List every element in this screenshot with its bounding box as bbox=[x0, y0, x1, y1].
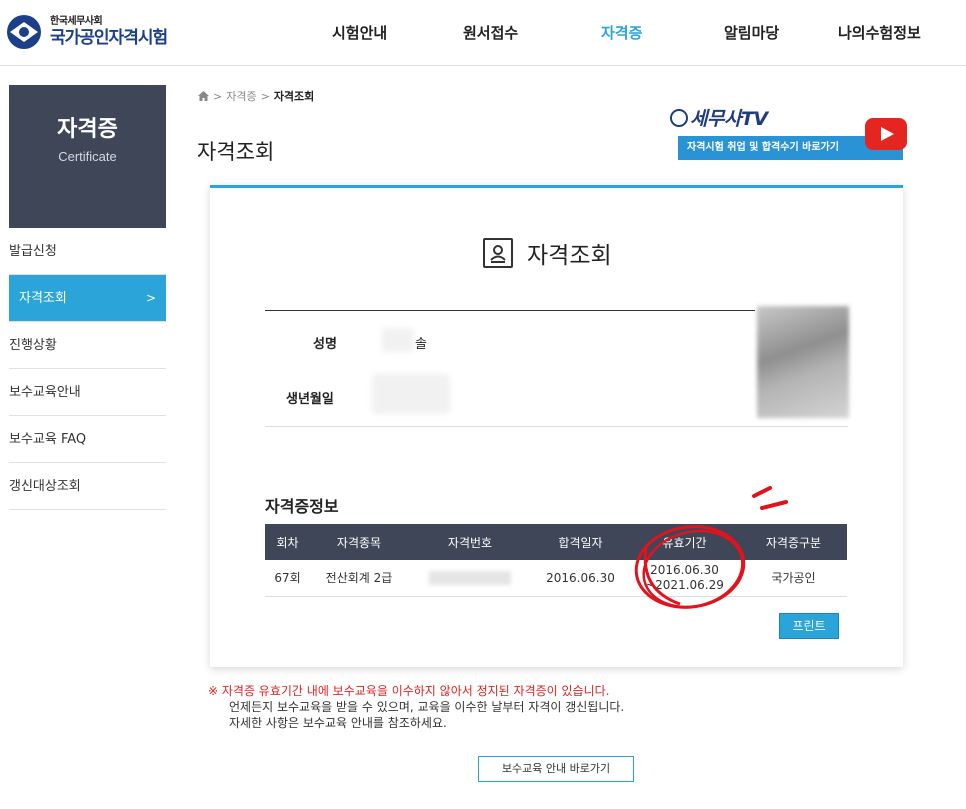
main-nav: 시험안내 원서접수 자격증 알림마당 나의수험정보 bbox=[0, 22, 966, 44]
name-value: 솔 bbox=[415, 337, 427, 352]
sidebar-item-label: 자격조회 bbox=[19, 291, 67, 306]
page-title: 자격조회 bbox=[197, 140, 275, 164]
tv-banner[interactable]: 세무사TV 자격시험 취업 및 합격수기 바로가기 bbox=[670, 104, 914, 160]
divider bbox=[265, 310, 755, 311]
tv-logo: 세무사TV bbox=[670, 104, 768, 131]
site-header: 한국세무사회 국가공인자격시험 시험안내 원서접수 자격증 알림마당 나의수험정… bbox=[0, 0, 966, 66]
breadcrumb-current: 자격조회 bbox=[273, 90, 315, 103]
valid-to: ~2021.06.29 bbox=[645, 577, 724, 592]
sidebar-item-training-guide[interactable]: 보수교육안내 bbox=[9, 369, 166, 416]
breadcrumb-parent[interactable]: 자격증 bbox=[226, 88, 256, 104]
nav-my-exam-info[interactable]: 나의수험정보 bbox=[838, 22, 921, 43]
cell-pass-date: 2016.06.30 bbox=[532, 560, 629, 597]
name-redacted bbox=[382, 328, 414, 352]
breadcrumb: > 자격증 > 자격조회 bbox=[198, 88, 314, 104]
table-row: 67회 전산회계 2급 2016.06.30 2016.06.30 ~2021.0… bbox=[265, 560, 847, 597]
print-button[interactable]: 프린트 bbox=[779, 613, 839, 639]
col-header-pass-date: 합격일자 bbox=[532, 524, 629, 560]
nav-exam-info[interactable]: 시험안내 bbox=[332, 22, 387, 43]
sidebar-hero: 자격증 Certificate bbox=[9, 85, 166, 228]
sidebar-item-label: 보수교육 FAQ bbox=[9, 432, 87, 447]
notice-line: 언제든지 보수교육을 받을 수 있으며, 교육을 이수한 날부터 자격이 갱신됩… bbox=[229, 700, 625, 714]
sidebar-item-label: 보수교육안내 bbox=[9, 385, 81, 400]
card-title: 자격조회 bbox=[527, 243, 612, 269]
col-header-cert-number: 자격번호 bbox=[408, 524, 532, 560]
valid-from: 2016.06.30 bbox=[650, 562, 719, 577]
sidebar-item-label: 갱신대상조회 bbox=[9, 479, 81, 494]
nav-application[interactable]: 원서접수 bbox=[463, 22, 518, 43]
cell-cert-type: 전산회계 2급 bbox=[310, 560, 408, 597]
home-icon[interactable] bbox=[198, 91, 209, 101]
name-label: 성명 bbox=[313, 337, 337, 352]
cert-number-redacted bbox=[429, 571, 511, 585]
tv-logo-text: 세무사TV bbox=[690, 108, 768, 130]
cell-valid-period: 2016.06.30 ~2021.06.29 bbox=[629, 560, 740, 597]
youtube-play-icon bbox=[865, 118, 907, 150]
breadcrumb-separator: > bbox=[260, 89, 270, 103]
renewal-notice: ※ 자격증 유효기간 내에 보수교육을 이수하지 않아서 정지된 자격증이 있습… bbox=[208, 683, 624, 731]
sidebar-item-issue-request[interactable]: 발급신청 bbox=[9, 228, 166, 275]
training-guide-button[interactable]: 보수교육 안내 바로가기 bbox=[478, 756, 634, 782]
sidebar-item-renewal-lookup[interactable]: 갱신대상조회 bbox=[9, 463, 166, 510]
sidebar-item-progress[interactable]: 진행상황 bbox=[9, 322, 166, 369]
nav-notice[interactable]: 알림마당 bbox=[724, 22, 779, 43]
birth-redacted bbox=[372, 374, 450, 414]
sidebar-item-label: 진행상황 bbox=[9, 338, 57, 353]
birth-label: 생년월일 bbox=[286, 392, 334, 407]
cert-lookup-card: 자격조회 성명 솔 생년월일 자격증정보 회차 자격종목 자격번호 합격일자 유… bbox=[210, 185, 903, 667]
col-header-cert-type: 자격종목 bbox=[310, 524, 408, 560]
nav-certificate[interactable]: 자격증 bbox=[601, 22, 642, 43]
chevron-right-icon: > bbox=[145, 291, 156, 305]
logo-emblem-icon bbox=[670, 109, 688, 127]
sidebar-hero-title: 자격증 bbox=[57, 117, 118, 142]
id-card-icon bbox=[483, 238, 513, 268]
col-header-round: 회차 bbox=[265, 524, 310, 560]
notice-warning: ※ 자격증 유효기간 내에 보수교육을 이수하지 않아서 정지된 자격증이 있습… bbox=[208, 684, 610, 698]
cell-cert-category: 국가공인 bbox=[740, 560, 847, 597]
cell-cert-number bbox=[408, 560, 532, 597]
sidebar-item-training-faq[interactable]: 보수교육 FAQ bbox=[9, 416, 166, 463]
notice-line: 자세한 사항은 보수교육 안내를 참조하세요. bbox=[229, 716, 447, 730]
card-header: 자격조회 bbox=[483, 236, 612, 270]
cert-table: 회차 자격종목 자격번호 합격일자 유효기간 자격증구분 67회 전산회계 2급… bbox=[265, 524, 847, 597]
cert-info-title: 자격증정보 bbox=[265, 497, 339, 516]
table-header-row: 회차 자격종목 자격번호 합격일자 유효기간 자격증구분 bbox=[265, 524, 847, 560]
col-header-valid-period: 유효기간 bbox=[629, 524, 740, 560]
cell-round: 67회 bbox=[265, 560, 310, 597]
col-header-cert-category: 자격증구분 bbox=[740, 524, 847, 560]
divider bbox=[265, 426, 848, 427]
sidebar-item-cert-lookup[interactable]: 자격조회 > bbox=[9, 275, 166, 322]
profile-photo bbox=[757, 306, 849, 418]
sidebar-menu: 발급신청 자격조회 > 진행상황 보수교육안내 보수교육 FAQ 갱신대상조회 bbox=[9, 228, 166, 510]
sidebar-item-label: 발급신청 bbox=[9, 244, 57, 259]
sidebar-hero-subtitle: Certificate bbox=[58, 149, 117, 164]
breadcrumb-separator: > bbox=[213, 89, 223, 103]
